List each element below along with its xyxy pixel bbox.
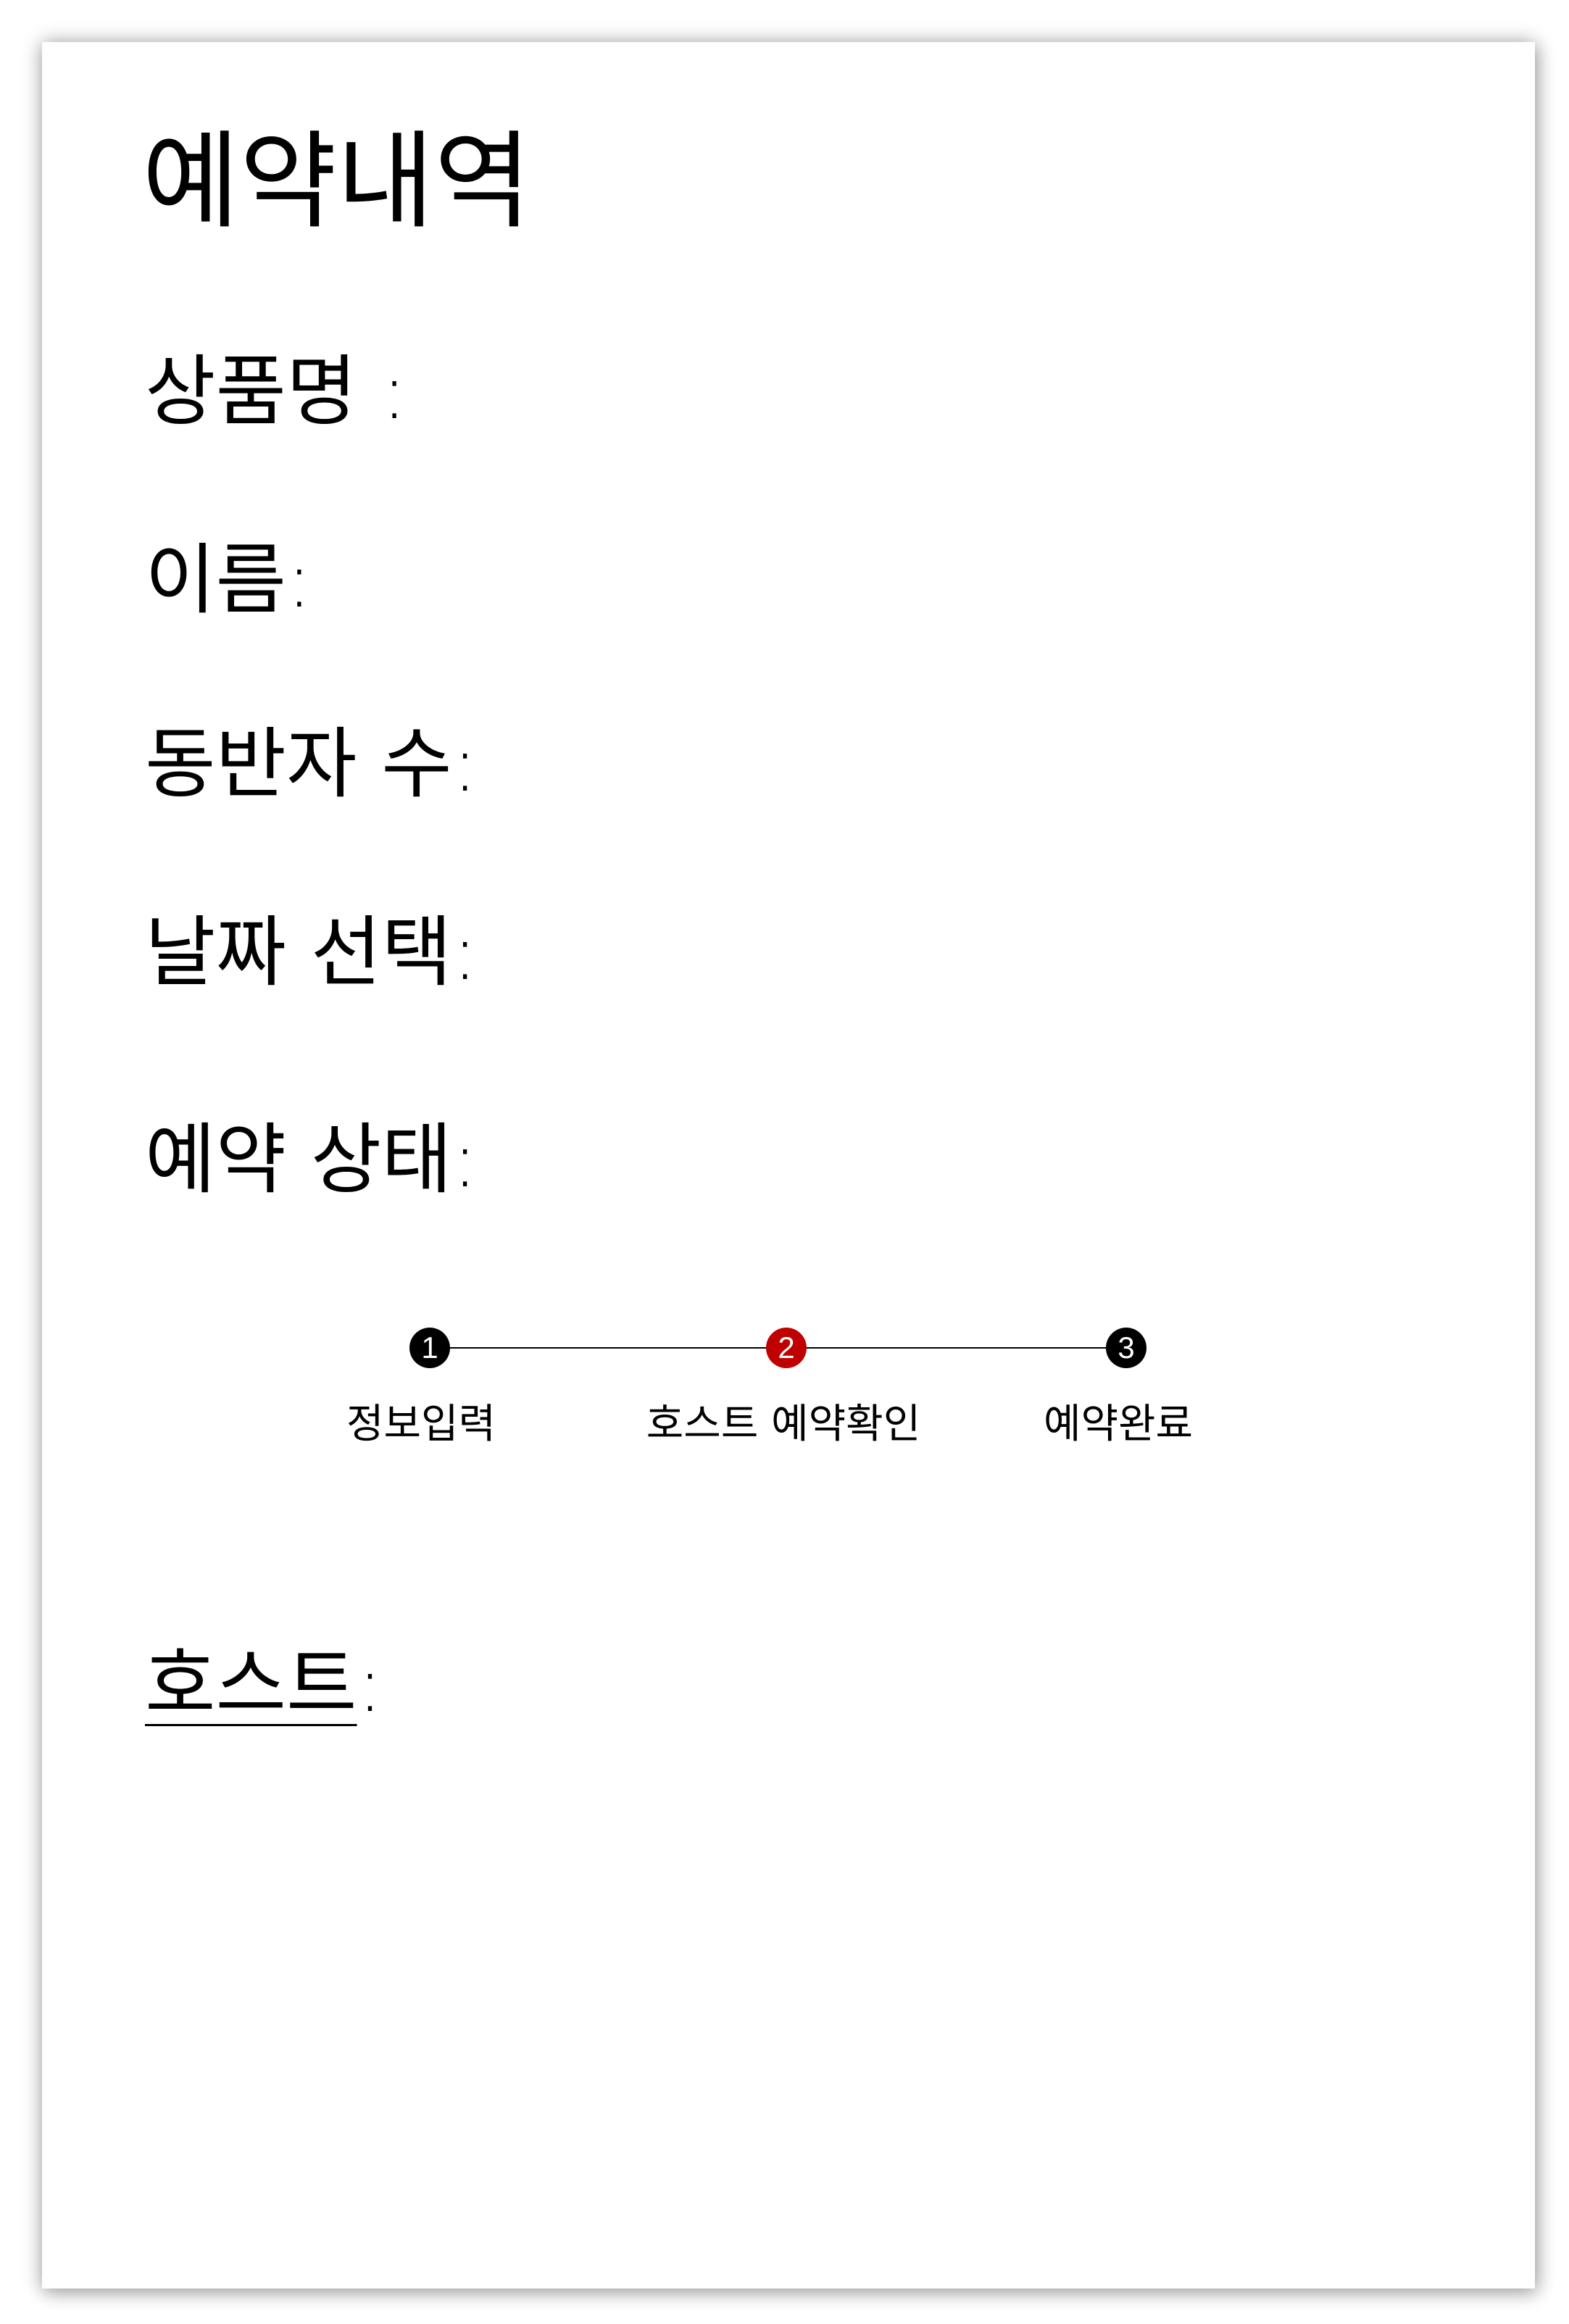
name-label: 이름:: [145, 536, 312, 625]
page-title: 예약내역: [142, 120, 532, 243]
step-2-label: 호스트 예약확인: [646, 1401, 921, 1448]
product-name-label: 상품명 :: [145, 347, 407, 436]
reservation-status-label: 예약 상태:: [145, 1115, 478, 1204]
step-2-number-icon: 2: [766, 1328, 807, 1368]
step-3-label: 예약완료: [1043, 1401, 1194, 1448]
step-1-number-icon: 1: [409, 1328, 450, 1368]
guest-count-label: 동반자 수:: [145, 720, 478, 809]
host-colon: :: [357, 1640, 383, 1729]
date-select-label: 날짜 선택:: [145, 908, 478, 997]
step-1-label: 정보입력: [346, 1401, 496, 1448]
host-link[interactable]: 호스트: [145, 1640, 357, 1729]
step-3-number-icon: 3: [1106, 1328, 1146, 1368]
host-field: 호스트:: [145, 1646, 383, 1723]
